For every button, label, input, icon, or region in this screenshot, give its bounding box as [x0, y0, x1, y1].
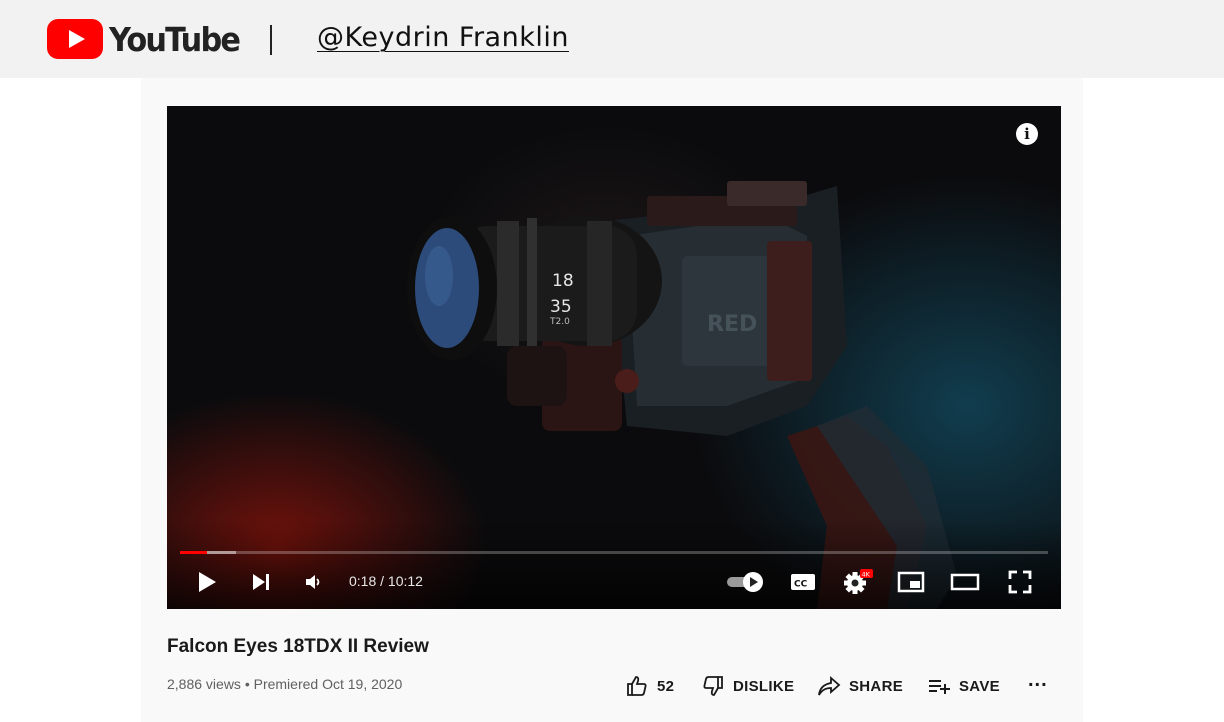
- time-display: 0:18 / 10:12: [349, 573, 423, 589]
- save-button[interactable]: SAVE: [927, 672, 1000, 700]
- youtube-wordmark: YouTube: [109, 19, 241, 59]
- top-bar: YouTube @Keydrin Franklin: [0, 0, 1224, 78]
- video-player[interactable]: RED 18 35 T2.0 i 0:18 / 10:12 CC 4K: [167, 106, 1061, 609]
- theater-mode-button[interactable]: [949, 566, 981, 598]
- more-actions-button[interactable]: ...: [1028, 666, 1048, 694]
- autoplay-toggle[interactable]: [723, 566, 767, 598]
- play-icon: [199, 572, 216, 592]
- like-button[interactable]: 52: [625, 672, 674, 700]
- autoplay-toggle-icon: [727, 572, 763, 592]
- captions-button[interactable]: CC: [787, 566, 819, 598]
- share-icon: [818, 676, 841, 696]
- youtube-play-badge-icon: [47, 19, 103, 59]
- theater-icon: [950, 573, 980, 591]
- youtube-logo[interactable]: YouTube: [47, 19, 250, 59]
- thumbs-up-icon: [627, 676, 647, 696]
- like-count: 52: [657, 677, 675, 695]
- lens-aperture: T2.0: [549, 317, 570, 327]
- dislike-button[interactable]: DISLIKE: [701, 672, 794, 700]
- more-icon: ...: [1028, 668, 1048, 691]
- fullscreen-button[interactable]: [1005, 566, 1035, 598]
- settings-button[interactable]: 4K: [841, 566, 875, 598]
- volume-button[interactable]: [299, 566, 327, 598]
- progress-played: [180, 551, 207, 554]
- video-title: Falcon Eyes 18TDX II Review: [167, 636, 429, 657]
- volume-icon: [306, 575, 320, 589]
- dislike-label: DISLIKE: [733, 677, 795, 695]
- camera-brand-mark: RED: [707, 312, 757, 337]
- svg-text:CC: CC: [794, 580, 808, 590]
- add-to-playlist-icon: [929, 680, 950, 694]
- header-divider: [270, 25, 272, 55]
- lens-mark-bottom: 35: [550, 297, 572, 317]
- action-bar: 52 DISLIKE SHARE SAVE ...: [0, 669, 1224, 700]
- share-label: SHARE: [849, 677, 904, 695]
- settings-icon: 4K: [844, 569, 873, 594]
- play-button[interactable]: [193, 566, 221, 598]
- thumbs-down-icon: [703, 676, 723, 696]
- lens-mark-top: 18: [552, 271, 574, 291]
- next-icon: [253, 574, 269, 590]
- save-label: SAVE: [959, 677, 1000, 695]
- next-button[interactable]: [247, 566, 275, 598]
- captions-icon: CC: [791, 574, 815, 590]
- channel-handle-link[interactable]: @Keydrin Franklin: [317, 22, 569, 53]
- progress-bar[interactable]: [180, 551, 1048, 554]
- miniplayer-icon: [897, 571, 925, 593]
- share-button[interactable]: SHARE: [817, 672, 903, 700]
- fullscreen-icon: [1008, 570, 1032, 594]
- miniplayer-button[interactable]: [895, 566, 927, 598]
- info-icon[interactable]: i: [1016, 123, 1038, 145]
- settings-quality-badge: 4K: [862, 570, 871, 578]
